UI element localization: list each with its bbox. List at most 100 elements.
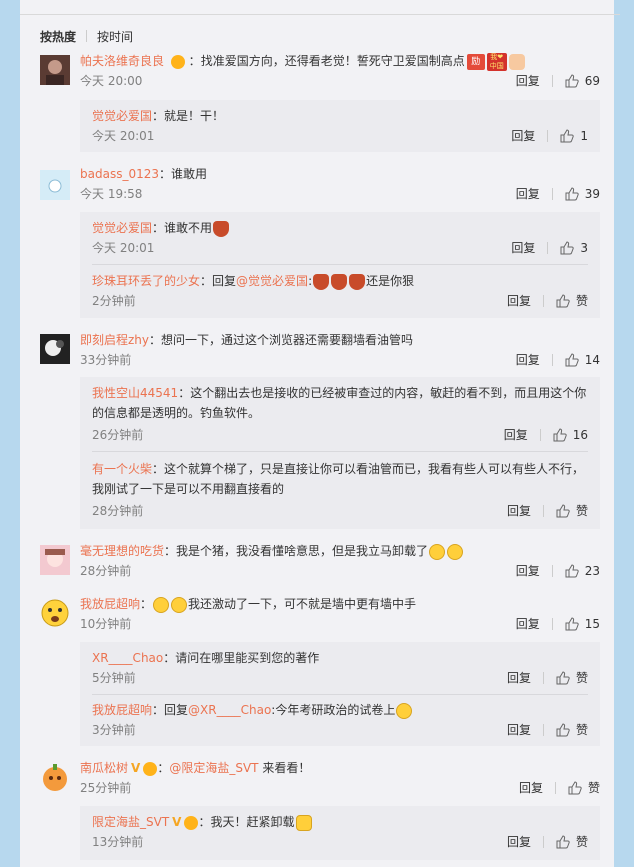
emoji-cake-icon (331, 273, 348, 290)
like-button[interactable]: 赞 (556, 501, 588, 521)
colon: ： (140, 597, 153, 611)
reply-button[interactable]: 回复 (507, 832, 531, 852)
like-button[interactable]: 39 (565, 184, 600, 204)
like-button[interactable]: 赞 (556, 668, 588, 688)
reply-actions: 回复 赞 (507, 832, 588, 852)
thumbs-up-icon (553, 428, 567, 442)
mention-link[interactable]: @觉觉必爱国 (236, 274, 308, 288)
emoji-sweat-icon (295, 814, 312, 831)
reply-actions: 回复 1 (511, 126, 588, 146)
reply-box: 觉觉必爱国：谁敢不用 今天 20:01 回复 3 珍珠耳环丢了的少女：回复@觉觉… (80, 212, 600, 318)
reply-time: 28分钟前 (92, 504, 144, 518)
reply-username[interactable]: 珍珠耳环丢了的少女 (92, 274, 200, 288)
action-separator (551, 75, 553, 87)
comment-username[interactable]: 我放屁超响 (80, 597, 140, 611)
reply-button[interactable]: 回复 (507, 501, 531, 521)
comment-text: 我是个猪，我没看懂啥意思，但是我立马卸载了 (176, 544, 429, 558)
thumbs-up-icon (565, 617, 579, 631)
thumbs-up-icon (556, 835, 570, 849)
reply-button[interactable]: 回复 (516, 350, 540, 370)
emoji-cheer-icon: 励 (466, 53, 485, 70)
thumbs-up-icon (556, 723, 570, 737)
like-button[interactable]: 赞 (568, 778, 600, 798)
like-button[interactable]: 赞 (556, 291, 588, 311)
avatar[interactable] (40, 170, 70, 200)
reply-username[interactable]: 限定海盐_SVT (92, 815, 169, 829)
like-button[interactable]: 赞 (556, 720, 588, 740)
reply-text: 就是！干！ (164, 109, 225, 123)
reply-username[interactable]: 我性空山44541 (92, 386, 178, 400)
reply-username[interactable]: 我放屁超响 (92, 703, 152, 717)
action-separator (539, 429, 541, 441)
like-count: 赞 (575, 723, 588, 737)
reply-button[interactable]: 回复 (507, 668, 531, 688)
comment-username[interactable]: 帕夫洛维奇良良 (80, 54, 164, 68)
reply-button[interactable]: 回复 (519, 778, 543, 798)
thumbs-up-icon (565, 353, 579, 367)
reply-text: 请问在哪里能买到您的著作 (175, 651, 320, 665)
reply-time: 今天 20:01 (92, 241, 155, 255)
avatar[interactable] (40, 55, 70, 85)
avatar[interactable] (40, 762, 70, 792)
colon: ： (152, 221, 165, 235)
reply-username[interactable]: 觉觉必爱国 (92, 221, 152, 235)
avatar[interactable] (40, 545, 70, 575)
like-count: 16 (572, 428, 588, 442)
like-button[interactable]: 69 (565, 71, 600, 91)
comment-username[interactable]: 南瓜松树 (80, 761, 128, 775)
reply-button[interactable]: 回复 (507, 720, 531, 740)
sort-by-hot-tab[interactable]: 按热度 (40, 28, 76, 45)
thumbs-up-icon (565, 564, 579, 578)
like-button[interactable]: 3 (560, 238, 588, 258)
reply-actions: 回复 16 (504, 425, 588, 445)
like-button[interactable]: 赞 (556, 832, 588, 852)
like-button[interactable]: 1 (560, 126, 588, 146)
reply-box: 觉觉必爱国：就是！干！ 今天 20:01 回复 1 (80, 100, 600, 152)
thumbs-up-icon (565, 187, 579, 201)
reply-time: 2分钟前 (92, 294, 136, 308)
mention-link[interactable]: @XR____Chao (188, 703, 271, 717)
reply-username[interactable]: XR____Chao (92, 651, 163, 665)
action-separator (551, 354, 553, 366)
comment-time: 10分钟前 (80, 617, 132, 631)
reply-button[interactable]: 回复 (516, 614, 540, 634)
like-button[interactable]: 14 (565, 350, 600, 370)
like-button[interactable]: 15 (565, 614, 600, 634)
mention-link[interactable]: @限定海盐_SVT (169, 761, 258, 775)
comment-username[interactable]: 毫无理想的吃货 (80, 544, 164, 558)
comment-username[interactable]: 即刻启程zhy (80, 333, 149, 347)
reply-button[interactable]: 回复 (507, 291, 531, 311)
comment-actions: 回复 23 (516, 561, 600, 581)
reply-button[interactable]: 回复 (516, 71, 540, 91)
reply-button[interactable]: 回复 (511, 238, 535, 258)
like-count: 3 (580, 241, 588, 255)
avatar[interactable] (40, 334, 70, 364)
comment-username[interactable]: badass_0123 (80, 167, 159, 181)
comment-time: 28分钟前 (80, 564, 132, 578)
action-separator (542, 295, 544, 307)
reply-button[interactable]: 回复 (511, 126, 535, 146)
comment-actions: 回复 39 (516, 184, 600, 204)
emoji-kiss-icon (396, 702, 413, 719)
emoji-laugh-cry-icon (429, 543, 446, 560)
reply-username[interactable]: 有一个火柴 (92, 462, 152, 476)
like-button[interactable]: 16 (553, 425, 588, 445)
colon: : (308, 274, 313, 288)
colon: ： (200, 274, 213, 288)
avatar[interactable] (40, 598, 70, 628)
like-button[interactable]: 23 (565, 561, 600, 581)
sort-by-time-tab[interactable]: 按时间 (97, 28, 133, 45)
reply-prefix: 回复 (212, 274, 237, 288)
reply-username[interactable]: 觉觉必爱国 (92, 109, 152, 123)
action-separator (547, 242, 549, 254)
reply-button[interactable]: 回复 (516, 561, 540, 581)
like-count: 39 (584, 187, 600, 201)
comment-text: 想问一下，通过这个浏览器还需要翻墙看油管吗 (161, 333, 414, 347)
vip-badge-icon (170, 54, 185, 69)
colon: ： (152, 109, 165, 123)
comment-text: 我还激动了一下，可不就是墙中更有墙中手 (188, 597, 417, 611)
reply-text-continued: 的信息都是透明的。钓鱼软件。 (92, 406, 261, 420)
reply-button[interactable]: 回复 (504, 425, 528, 445)
reply-button[interactable]: 回复 (516, 184, 540, 204)
emoji-surprised-icon (171, 596, 188, 613)
